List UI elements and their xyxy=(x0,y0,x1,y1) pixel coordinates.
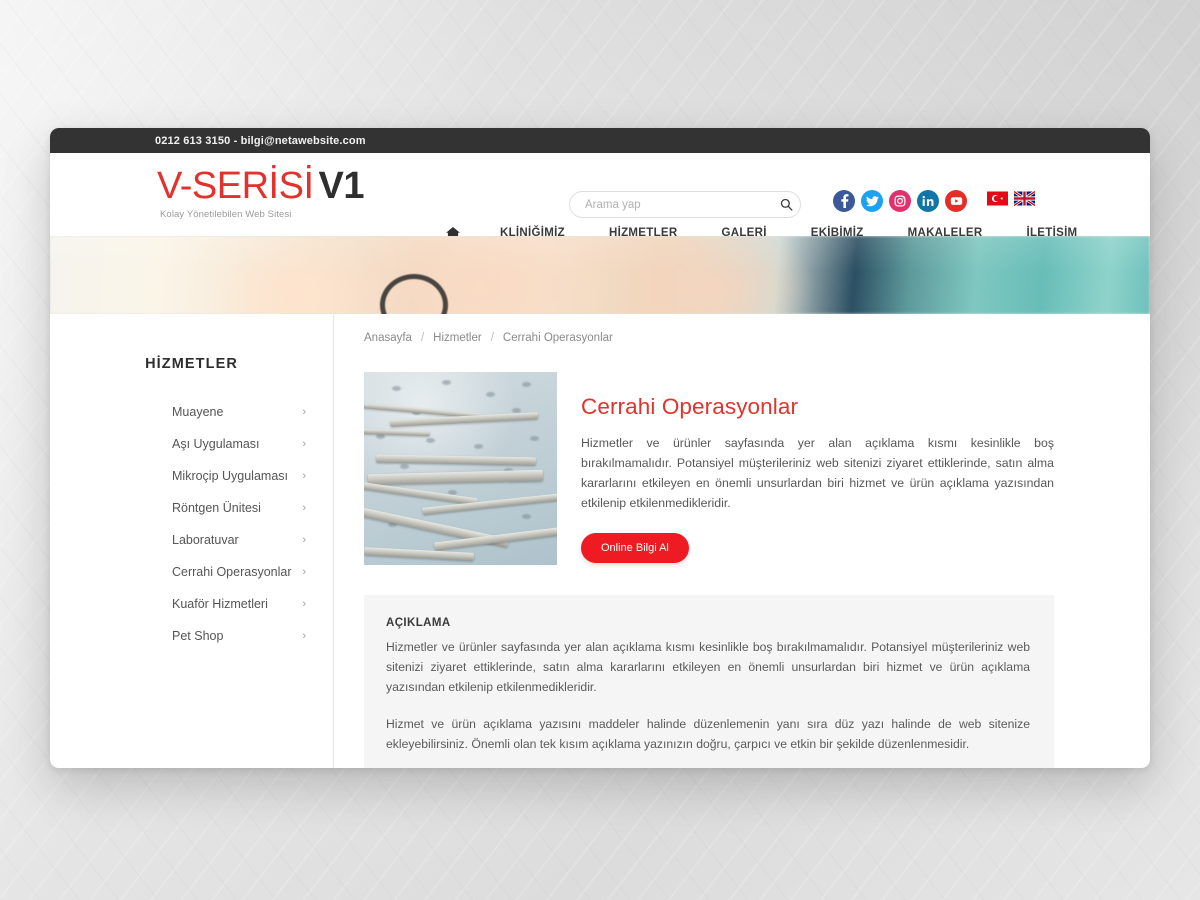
sidebar-title: HİZMETLER xyxy=(145,356,238,372)
product-text-block: Cerrahi Operasyonlar Hizmetler ve ürünle… xyxy=(581,372,1054,565)
logo-suffix-text: V1 xyxy=(318,165,365,207)
logo-text: V-SERİSİ V1 xyxy=(157,167,397,205)
sidebar-item-cerrahi-operasyonlar[interactable]: Cerrahi Operasyonlar › xyxy=(50,556,333,588)
sidebar-item-asi-uygulamasi[interactable]: Aşı Uygulaması › xyxy=(50,428,333,460)
sidebar-item-label: Pet Shop xyxy=(172,629,224,643)
sidebar-item-mikrocip-uygulamasi[interactable]: Mikroçip Uygulaması › xyxy=(50,460,333,492)
product-description: Hizmetler ve ürünler sayfasında yer alan… xyxy=(581,436,1054,510)
search-input[interactable] xyxy=(570,198,772,211)
language-switcher xyxy=(987,191,1035,206)
sidebar-item-label: Muayene xyxy=(172,405,224,419)
breadcrumb-separator: / xyxy=(420,332,425,344)
sidebar-item-kuafor-hizmetleri[interactable]: Kuaför Hizmetleri › xyxy=(50,588,333,620)
contact-info: 0212 613 3150 - bilgi@netawebsite.com xyxy=(155,134,366,147)
instagram-icon[interactable] xyxy=(889,190,911,212)
sidebar-item-rontgen-unitesi[interactable]: Röntgen Ünitesi › xyxy=(50,492,333,524)
chevron-right-icon: › xyxy=(302,534,306,546)
chevron-right-icon: › xyxy=(302,470,306,482)
chevron-right-icon: › xyxy=(302,502,306,514)
chevron-right-icon: › xyxy=(302,566,306,578)
site-logo[interactable]: V-SERİSİ V1 Kolay Yönetilebilen Web Sites… xyxy=(157,167,397,220)
breadcrumb-separator: / xyxy=(490,332,494,344)
hero-overlay xyxy=(50,236,1150,314)
main-content: Anasayfa / Hizmetler / Cerrahi Operasyon… xyxy=(334,314,1150,768)
breadcrumb-item-current: Cerrahi Operasyonlar xyxy=(502,332,613,344)
description-panel: AÇIKLAMA Hizmetler ve ürünler sayfasında… xyxy=(364,595,1054,768)
breadcrumb-item-hizmetler[interactable]: Hizmetler xyxy=(433,332,482,344)
browser-window: 0212 613 3150 - bilgi@netawebsite.com V-… xyxy=(50,128,1150,768)
description-heading: AÇIKLAMA xyxy=(386,617,451,629)
sidebar-item-label: Aşı Uygulaması xyxy=(172,437,260,451)
sidebar-item-label: Laboratuvar xyxy=(172,533,239,547)
page-body: HİZMETLER Muayene › Aşı Uygulaması › Mik… xyxy=(50,314,1150,768)
turkish-flag[interactable] xyxy=(987,191,1008,206)
page-title: Cerrahi Operasyonlar xyxy=(581,394,799,419)
english-flag[interactable] xyxy=(1014,191,1035,206)
sidebar-item-laboratuvar[interactable]: Laboratuvar › xyxy=(50,524,333,556)
sidebar-item-label: Kuaför Hizmetleri xyxy=(172,597,268,611)
top-contact-bar: 0212 613 3150 - bilgi@netawebsite.com xyxy=(50,128,1150,153)
services-sidebar: HİZMETLER Muayene › Aşı Uygulaması › Mik… xyxy=(50,314,334,768)
breadcrumb-item-anasayfa[interactable]: Anasayfa xyxy=(364,332,412,344)
online-info-button[interactable]: Online Bilgi Al xyxy=(581,532,689,563)
logo-subtitle: Kolay Yönetilebilen Web Sitesi xyxy=(160,209,292,220)
surgical-instruments-photo xyxy=(364,372,557,565)
chevron-right-icon: › xyxy=(302,630,306,642)
sidebar-item-label: Cerrahi Operasyonlar xyxy=(172,565,292,579)
chevron-right-icon: › xyxy=(302,598,306,610)
logo-main-text: V-SERİSİ xyxy=(157,165,314,207)
sidebar-item-pet-shop[interactable]: Pet Shop › xyxy=(50,620,333,652)
breadcrumb: Anasayfa / Hizmetler / Cerrahi Operasyon… xyxy=(364,332,1054,344)
search-box[interactable] xyxy=(569,191,801,218)
linkedin-icon[interactable] xyxy=(917,190,939,212)
search-icon[interactable] xyxy=(772,198,800,211)
site-header: V-SERİSİ V1 Kolay Yönetilebilen Web Sites… xyxy=(50,153,1150,240)
product-block: Cerrahi Operasyonlar Hizmetler ve ürünle… xyxy=(364,372,1054,565)
chevron-right-icon: › xyxy=(302,406,306,418)
description-paragraph-2: Hizmet ve ürün açıklama yazısını maddele… xyxy=(386,717,1030,752)
chevron-right-icon: › xyxy=(302,438,306,450)
hero-banner xyxy=(50,236,1150,314)
facebook-icon[interactable] xyxy=(833,190,855,212)
social-links xyxy=(833,190,967,212)
sidebar-item-label: Röntgen Ünitesi xyxy=(172,501,261,515)
youtube-icon[interactable] xyxy=(945,190,967,212)
sidebar-item-muayene[interactable]: Muayene › xyxy=(50,396,333,428)
twitter-icon[interactable] xyxy=(861,190,883,212)
sidebar-item-label: Mikroçip Uygulaması xyxy=(172,469,289,483)
description-paragraph-1: Hizmetler ve ürünler sayfasında yer alan… xyxy=(386,640,1030,694)
